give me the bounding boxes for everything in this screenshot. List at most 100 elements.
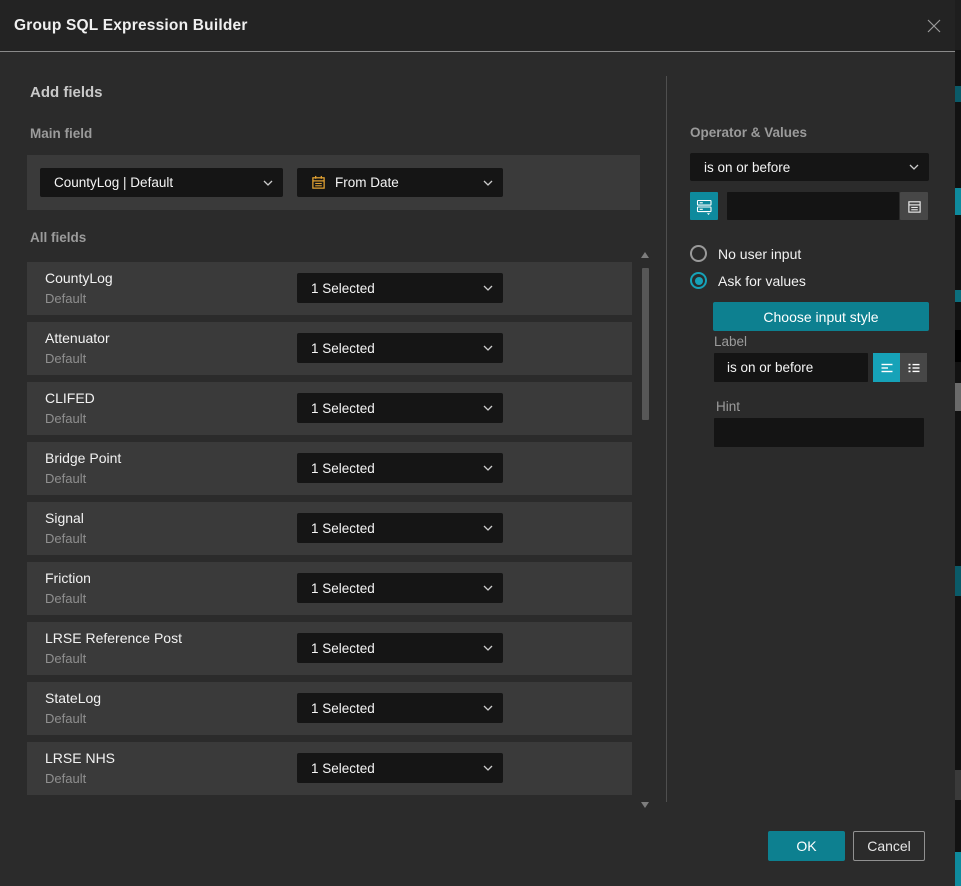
group-sql-expression-builder-screen: Group SQL Expression Builder Add fields … — [0, 0, 961, 886]
label-style-list-button[interactable] — [900, 353, 927, 382]
field-row: LRSE NHS Default 1 Selected — [27, 742, 632, 795]
backdrop-segment — [955, 330, 961, 362]
radio-option-ask-for-values[interactable]: Ask for values — [690, 272, 806, 289]
fields-list-scrollbar[interactable] — [641, 252, 650, 808]
field-sublabel: Default — [45, 711, 86, 726]
field-name: CountyLog — [45, 270, 113, 286]
field-name: Bridge Point — [45, 450, 121, 466]
field-values-select[interactable]: 1 Selected — [297, 453, 503, 483]
field-selection-value: 1 Selected — [311, 461, 375, 476]
scroll-up-icon[interactable] — [641, 252, 649, 258]
scrollbar-thumb[interactable] — [642, 268, 649, 420]
chevron-down-icon — [909, 164, 919, 170]
all-fields-list: CountyLog Default 1 Selected Attenuator … — [27, 262, 632, 802]
close-icon — [925, 17, 943, 35]
cancel-button[interactable]: Cancel — [853, 831, 925, 861]
field-row: Bridge Point Default 1 Selected — [27, 442, 632, 495]
radio-option-no-user-input[interactable]: No user input — [690, 245, 801, 262]
field-selection-value: 1 Selected — [311, 701, 375, 716]
main-field-field-select[interactable]: From Date — [297, 168, 503, 197]
main-field-layer-select[interactable]: CountyLog | Default — [40, 168, 283, 197]
field-row: CLIFED Default 1 Selected — [27, 382, 632, 435]
field-row: LRSE Reference Post Default 1 Selected — [27, 622, 632, 675]
align-left-lines-icon — [879, 360, 895, 376]
group-sql-expression-builder-dialog: Group SQL Expression Builder Add fields … — [0, 0, 955, 886]
add-fields-heading: Add fields — [30, 84, 103, 101]
field-values-select[interactable]: 1 Selected — [297, 333, 503, 363]
hint-field-label: Hint — [716, 399, 740, 414]
field-values-select[interactable]: 1 Selected — [297, 633, 503, 663]
operator-values-heading: Operator & Values — [690, 125, 807, 140]
field-row: StateLog Default 1 Selected — [27, 682, 632, 735]
field-selection-value: 1 Selected — [311, 581, 375, 596]
panel-divider — [666, 76, 667, 802]
field-selection-value: 1 Selected — [311, 761, 375, 776]
field-sublabel: Default — [45, 471, 86, 486]
all-fields-label: All fields — [30, 230, 86, 245]
operator-select-value: is on or before — [704, 160, 790, 175]
field-selection-value: 1 Selected — [311, 341, 375, 356]
bulleted-list-icon — [906, 360, 922, 376]
main-field-label: Main field — [30, 126, 92, 141]
field-values-select[interactable]: 1 Selected — [297, 693, 503, 723]
chevron-down-icon — [483, 405, 493, 411]
hint-input[interactable] — [714, 418, 924, 447]
dialog-header: Group SQL Expression Builder — [0, 0, 955, 52]
chevron-down-icon — [483, 705, 493, 711]
chevron-down-icon — [483, 585, 493, 591]
field-sublabel: Default — [45, 351, 86, 366]
backdrop-segment — [955, 188, 961, 215]
field-selection-value: 1 Selected — [311, 521, 375, 536]
field-sublabel: Default — [45, 531, 86, 546]
radio-option-label: No user input — [718, 246, 801, 262]
value-type-toggle-button[interactable] — [690, 192, 718, 220]
radio-icon — [690, 245, 707, 262]
backdrop-segment — [955, 566, 961, 596]
field-selection-value: 1 Selected — [311, 641, 375, 656]
backdrop-segment — [955, 383, 961, 411]
radio-icon — [690, 272, 707, 289]
field-values-select[interactable]: 1 Selected — [297, 393, 503, 423]
chevron-down-icon — [483, 465, 493, 471]
field-values-select[interactable]: 1 Selected — [297, 273, 503, 303]
date-picker-button[interactable] — [900, 192, 928, 220]
date-field-type-icon — [311, 175, 326, 190]
field-selection-value: 1 Selected — [311, 401, 375, 416]
chevron-down-icon — [483, 765, 493, 771]
radio-option-label: Ask for values — [718, 273, 806, 289]
field-values-select[interactable]: 1 Selected — [297, 513, 503, 543]
field-name: Signal — [45, 510, 84, 526]
field-name: LRSE Reference Post — [45, 630, 182, 646]
field-row: CountyLog Default 1 Selected — [27, 262, 632, 315]
backdrop-segment — [955, 0, 961, 50]
chevron-down-icon — [483, 525, 493, 531]
field-name: CLIFED — [45, 390, 95, 406]
backdrop-segment — [955, 290, 961, 302]
dialog-title: Group SQL Expression Builder — [14, 0, 248, 51]
calendar-icon — [907, 199, 922, 214]
close-button[interactable] — [922, 14, 946, 38]
field-name: Friction — [45, 570, 91, 586]
label-field-label: Label — [714, 334, 747, 349]
field-values-select[interactable]: 1 Selected — [297, 753, 503, 783]
field-row: Attenuator Default 1 Selected — [27, 322, 632, 375]
label-input[interactable] — [714, 353, 868, 382]
scroll-down-icon[interactable] — [641, 802, 649, 808]
backdrop-segment — [955, 770, 961, 800]
chevron-down-icon — [483, 285, 493, 291]
ok-button[interactable]: OK — [768, 831, 845, 861]
field-selection-value: 1 Selected — [311, 281, 375, 296]
field-sublabel: Default — [45, 651, 86, 666]
stacked-inputs-icon — [696, 198, 713, 215]
label-style-single-button[interactable] — [873, 353, 900, 382]
field-name: LRSE NHS — [45, 750, 115, 766]
backdrop-segment — [955, 86, 961, 102]
field-values-select[interactable]: 1 Selected — [297, 573, 503, 603]
value-date-input[interactable] — [727, 192, 899, 220]
choose-input-style-button[interactable]: Choose input style — [713, 302, 929, 331]
field-sublabel: Default — [45, 411, 86, 426]
backdrop-strip — [955, 0, 961, 886]
operator-select[interactable]: is on or before — [690, 153, 929, 181]
field-sublabel: Default — [45, 771, 86, 786]
main-field-layer-select-value: CountyLog | Default — [54, 175, 173, 190]
